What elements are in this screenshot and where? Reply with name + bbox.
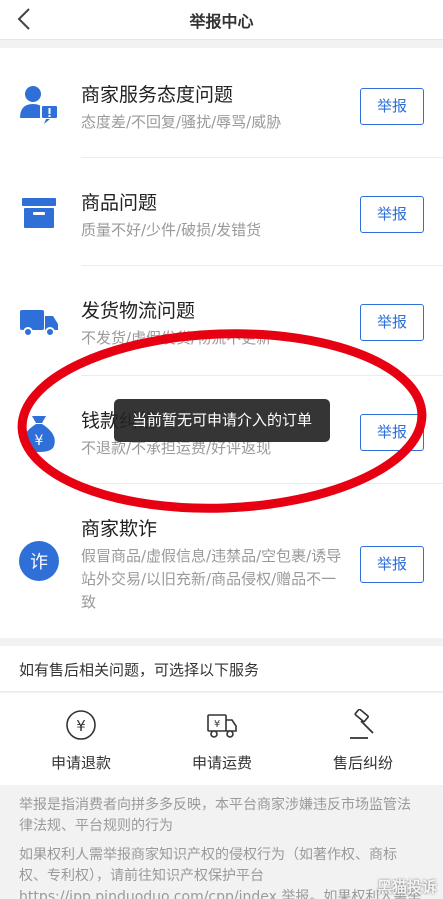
report-item-title: 商品问题 — [81, 192, 158, 214]
page-title: 举报中心 — [189, 12, 254, 31]
service-refund[interactable]: ¥ 申请退款 — [21, 693, 141, 785]
watermark: 黑猫投诉 — [376, 878, 437, 896]
user-alert-icon — [18, 84, 60, 126]
report-item-subtitle: 质量不好/少件/破损/发错货 — [81, 221, 262, 239]
service-label: 售后纠纷 — [332, 754, 393, 772]
report-button[interactable]: 举报 — [360, 88, 424, 125]
gavel-icon — [347, 708, 379, 741]
report-list: 商家服务态度问题 态度差/不回复/骚扰/辱骂/威胁 举报 商品问题 质量不好/少… — [0, 48, 443, 638]
note-definition: 举报是指消费者向拼多多反映，本平台商家涉嫌违反市场监管法律法规、平台规则的行为 — [19, 797, 411, 834]
nav-bar: 举报中心 — [0, 0, 443, 40]
svg-text:诈: 诈 — [30, 552, 48, 573]
service-label: 申请退款 — [50, 754, 111, 772]
svg-text:¥: ¥ — [35, 433, 44, 449]
refund-icon: ¥ — [65, 709, 97, 741]
report-item-title: 商家服务态度问题 — [81, 84, 234, 106]
truck-icon — [18, 300, 60, 342]
report-button[interactable]: 举报 — [360, 546, 424, 583]
report-item-product: 商品问题 质量不好/少件/破损/发错货 举报 — [0, 158, 443, 266]
service-shipping-fee[interactable]: ¥ 申请运费 — [162, 693, 282, 785]
services-heading-text: 如有售后相关问题，可选择以下服务 — [19, 661, 260, 679]
report-item-subtitle: 态度差/不回复/骚扰/辱骂/威胁 — [81, 113, 282, 131]
report-button[interactable]: 举报 — [360, 414, 424, 451]
report-button[interactable]: 举报 — [360, 304, 424, 341]
service-dispute[interactable]: 售后纠纷 — [303, 693, 423, 785]
note-ip-rights: 如果权利人需举报商家知识产权的侵权行为（如著作权、商标权、专利权），请前往知识产… — [19, 847, 422, 899]
shipping-fee-icon: ¥ — [206, 709, 238, 741]
report-button[interactable]: 举报 — [360, 196, 424, 233]
services-panel: ¥ 申请退款 ¥ 申请运费 售后纠纷 — [0, 693, 443, 785]
report-item-subtitle: 不发货/虚假发货/物流不更新 — [81, 329, 272, 347]
report-item-logistics: 发货物流问题 不发货/虚假发货/物流不更新 举报 — [0, 266, 443, 376]
svg-text:¥: ¥ — [214, 719, 220, 730]
money-bag-icon: ¥ — [18, 412, 60, 454]
report-item-fraud: 诈 商家欺诈 假冒商品/虚假信息/违禁品/空包裹/诱导站外交易/以旧充新/商品侵… — [0, 484, 443, 638]
box-icon — [18, 192, 60, 234]
report-item-title: 发货物流问题 — [81, 300, 196, 322]
fraud-icon: 诈 — [18, 540, 60, 582]
report-item-subtitle: 假冒商品/虚假信息/违禁品/空包裹/诱导站外交易/以旧充新/商品侵权/赠品不一致 — [81, 547, 342, 611]
svg-text:¥: ¥ — [76, 717, 86, 735]
services-heading: 如有售后相关问题，可选择以下服务 — [0, 646, 443, 692]
service-label: 申请运费 — [191, 754, 252, 772]
toast-message: 当前暂无可申请介入的订单 — [114, 399, 330, 442]
report-item-title: 商家欺诈 — [81, 518, 158, 540]
report-item-service-attitude: 商家服务态度问题 态度差/不回复/骚扰/辱骂/威胁 举报 — [0, 48, 443, 158]
